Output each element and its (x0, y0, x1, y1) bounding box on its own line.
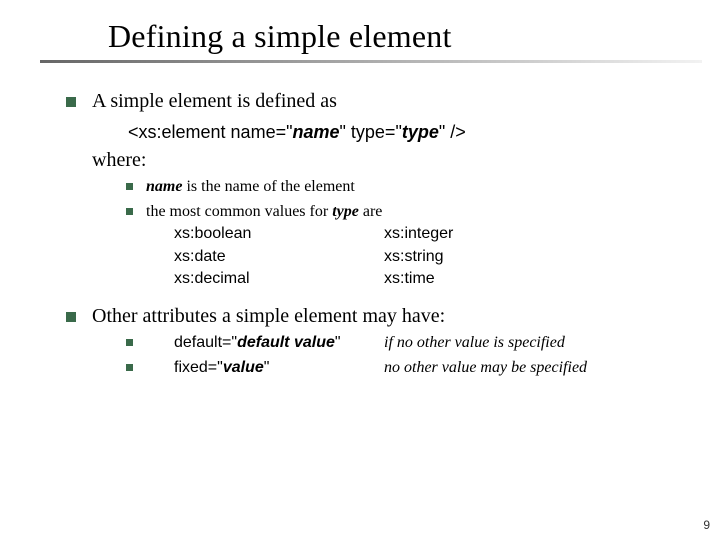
r2c1-pre: fixed=" (174, 359, 223, 376)
r1c1-pre: default=" (174, 334, 237, 351)
page-number: 9 (703, 518, 710, 532)
type-cell: xs:decimal (174, 269, 384, 289)
code-pre: <xs:element name=" (128, 122, 292, 142)
type-cell: xs:date (174, 247, 384, 267)
sub-bullet-type: the most common values for type are xs:b… (124, 202, 680, 290)
attr-fixed-desc: no other value may be specified (384, 358, 680, 378)
bullet1-intro: A simple element is defined as (92, 90, 337, 112)
title-wrap: Defining a simple element (0, 18, 720, 55)
code-name-ital: name (292, 122, 339, 142)
sub1-post: is the name of the element (182, 178, 354, 195)
code-post: " /> (439, 122, 466, 142)
r1c1-ital: default value (237, 334, 335, 351)
code-line: <xs:element name="name" type="type" /> (92, 121, 680, 144)
type-cell: xs:integer (384, 224, 680, 244)
r1c1-post: " (335, 334, 341, 351)
sub-bullets-1: name is the name of the element the most… (124, 177, 680, 289)
title-underline (40, 60, 702, 63)
attr-default-desc: if no other value is specified (384, 333, 680, 353)
slide-body: A simple element is defined as <xs:eleme… (0, 55, 720, 378)
bullet-simple-element: A simple element is defined as <xs:eleme… (64, 89, 680, 290)
code-mid: " type=" (340, 122, 402, 142)
type-cell: xs:boolean (174, 224, 384, 244)
sub2-post: are (359, 203, 383, 220)
code-type-ital: type (402, 122, 439, 142)
attr-default-code: default="default value" (174, 333, 384, 353)
attr-row-default: default="default value" if no other valu… (174, 333, 680, 353)
sub-bullet-fixed: fixed="value" no other value may be spec… (124, 358, 680, 378)
attr-fixed-code: fixed="value" (174, 358, 384, 378)
sub-bullets-2: default="default value" if no other valu… (124, 333, 680, 378)
bullet-other-attributes: Other attributes a simple element may ha… (64, 304, 680, 379)
sub-bullet-default: default="default value" if no other valu… (124, 333, 680, 353)
slide-title: Defining a simple element (108, 18, 720, 55)
types-grid: xs:boolean xs:integer xs:date xs:string … (174, 224, 680, 289)
sub2-type-ital: type (332, 203, 359, 220)
sub1-name-ital: name (146, 178, 182, 195)
r2c1-ital: value (223, 359, 264, 376)
slide: Defining a simple element A simple eleme… (0, 0, 720, 540)
sub2-pre: the most common values for (146, 203, 332, 220)
type-cell: xs:string (384, 247, 680, 267)
where-label: where: (92, 148, 680, 174)
r2c1-post: " (264, 359, 270, 376)
type-cell: xs:time (384, 269, 680, 289)
attr-row-fixed: fixed="value" no other value may be spec… (174, 358, 680, 378)
sub-bullet-name: name is the name of the element (124, 177, 680, 197)
bullet2-intro: Other attributes a simple element may ha… (92, 305, 445, 327)
